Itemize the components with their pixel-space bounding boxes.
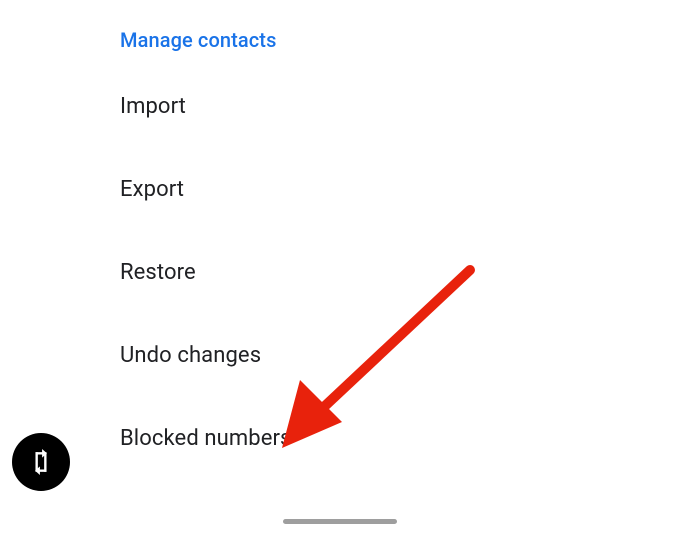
menu-item-export[interactable]: Export (120, 177, 680, 202)
sync-icon (28, 449, 54, 475)
section-header-manage-contacts: Manage contacts (120, 28, 680, 52)
navigation-bar-handle[interactable] (283, 519, 397, 524)
menu-item-restore[interactable]: Restore (120, 260, 680, 285)
menu-item-undo-changes[interactable]: Undo changes (120, 343, 680, 368)
sync-fab-button[interactable] (12, 433, 70, 491)
menu-item-import[interactable]: Import (120, 94, 680, 119)
menu-item-blocked-numbers[interactable]: Blocked numbers (120, 426, 680, 451)
settings-content: Manage contacts Import Export Restore Un… (0, 0, 680, 451)
